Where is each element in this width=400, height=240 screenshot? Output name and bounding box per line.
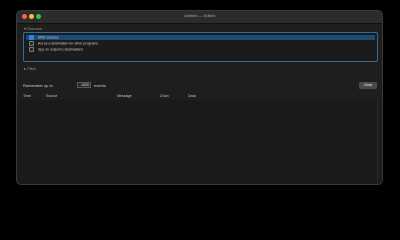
source-item-spy-on-output[interactable]: Spy on output to destinations [29, 47, 83, 52]
vertical-scrollbar[interactable] [377, 100, 382, 184]
remember-label: Remember up to [23, 83, 53, 88]
column-header-source[interactable]: Source [46, 94, 57, 98]
column-header-time[interactable]: Time [23, 94, 31, 98]
checkbox[interactable] [29, 47, 34, 52]
source-item-act-as-destination[interactable]: Act as a destination for other programs [29, 41, 98, 46]
title-bar: Untitled — Edited [17, 11, 382, 24]
column-header-data[interactable]: Data [188, 94, 196, 98]
disclosure-down-icon: ▾ [24, 26, 27, 31]
event-log-table[interactable] [17, 100, 382, 184]
sources-disclosure[interactable]: ▾ Sources [24, 26, 42, 31]
sources-list[interactable]: MIDI sources Act as a destination for ot… [23, 32, 378, 62]
events-label: events [94, 83, 106, 88]
checkbox[interactable] [29, 35, 34, 40]
window-title: Untitled — Edited [183, 13, 216, 18]
source-item-label: Act as a destination for other programs [37, 41, 99, 46]
main-window: Untitled — Edited ▾ Sources MIDI sources… [16, 10, 383, 185]
source-item-label: MIDI sources [37, 35, 59, 40]
filter-header: Filter [27, 66, 37, 71]
checkbox[interactable] [29, 41, 34, 46]
clear-button[interactable]: Clear [359, 82, 377, 89]
disclosure-right-icon: ▸ [24, 66, 27, 71]
events-count-field[interactable]: 1000 [77, 82, 91, 88]
column-header-chan[interactable]: Chan [160, 94, 169, 98]
column-header-message[interactable]: Message [117, 94, 132, 98]
source-item-midi-sources[interactable]: MIDI sources [26, 35, 375, 40]
source-item-label: Spy on output to destinations [37, 47, 84, 52]
sources-header: Sources [27, 26, 42, 31]
filter-disclosure[interactable]: ▸ Filter [24, 66, 36, 71]
